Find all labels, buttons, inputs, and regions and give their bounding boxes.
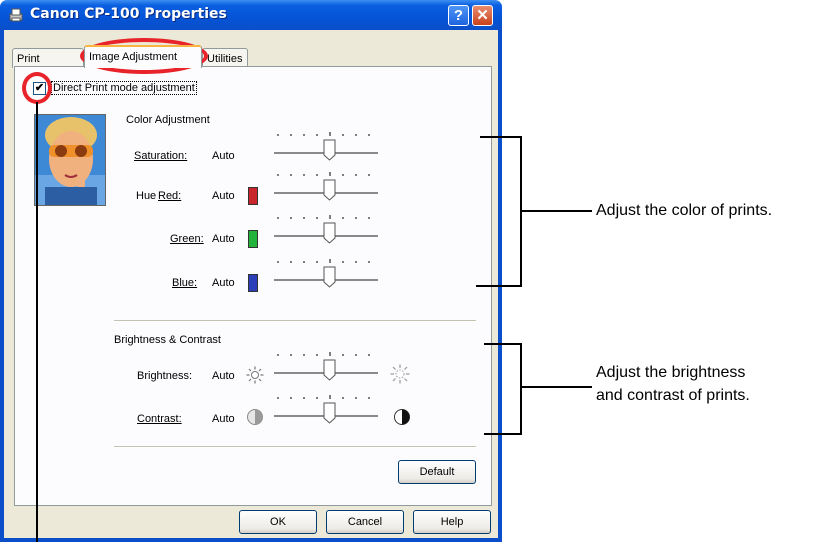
properties-dialog: Canon CP-100 Properties ? ✕ Print Settin… xyxy=(0,0,502,542)
brightness-bracket-vertical xyxy=(520,343,522,435)
checkbox-leader-line xyxy=(36,102,38,542)
blue-value: Auto xyxy=(212,277,235,289)
blue-swatch xyxy=(248,274,258,292)
saturation-label: Saturation: xyxy=(134,150,188,162)
contrast-low-icon xyxy=(247,409,263,425)
printer-icon xyxy=(9,8,23,22)
help-button[interactable]: Help xyxy=(413,510,491,534)
brightness-slider[interactable] xyxy=(272,348,380,382)
green-slider[interactable] xyxy=(272,211,380,245)
sun-bright-icon xyxy=(390,364,410,384)
default-button[interactable]: Default xyxy=(398,460,476,484)
contrast-slider[interactable] xyxy=(272,391,380,425)
window-title: Canon CP-100 Properties xyxy=(30,6,227,22)
color-adjustment-heading: Color Adjustment xyxy=(126,114,210,126)
direct-print-label: Direct Print mode adjustment xyxy=(51,81,197,95)
title-bar[interactable]: Canon CP-100 Properties ? ✕ xyxy=(0,0,502,30)
contrast-label: Contrast: xyxy=(137,413,182,425)
brightness-bracket-top xyxy=(484,343,522,345)
saturation-slider[interactable] xyxy=(272,128,380,162)
green-label: Green: xyxy=(170,233,204,245)
separator-brightness xyxy=(114,446,476,448)
red-value: Auto xyxy=(212,190,235,202)
highlight-ring-checkbox xyxy=(22,72,52,104)
help-titlebar-button[interactable]: ? xyxy=(448,5,469,26)
red-swatch xyxy=(248,187,258,205)
cancel-button[interactable]: Cancel xyxy=(326,510,404,534)
brightness-bracket-bottom xyxy=(484,433,522,435)
color-bracket-bottom xyxy=(476,285,522,287)
contrast-high-icon xyxy=(394,409,410,425)
green-value: Auto xyxy=(212,233,235,245)
color-pointer-line xyxy=(520,210,592,212)
close-button[interactable]: ✕ xyxy=(472,5,493,26)
blue-label: Blue: xyxy=(172,277,198,289)
brightness-label: Brightness: xyxy=(137,370,193,382)
hue-label: Hue xyxy=(136,190,157,202)
saturation-value: Auto xyxy=(212,150,235,162)
brightness-value: Auto xyxy=(212,370,235,382)
tab-print-settings[interactable]: Print Settings xyxy=(12,48,84,85)
red-slider[interactable] xyxy=(272,168,380,202)
red-label: Red: xyxy=(158,190,182,202)
brightness-callout-line1: Adjust the brightness xyxy=(596,364,746,381)
preview-image xyxy=(34,114,106,206)
color-bracket-top xyxy=(480,136,522,138)
brightness-pointer-line xyxy=(520,386,592,388)
separator-color xyxy=(114,320,476,322)
brightness-contrast-heading: Brightness & Contrast xyxy=(114,334,221,346)
contrast-value: Auto xyxy=(212,413,235,425)
ok-button[interactable]: OK xyxy=(239,510,317,534)
tab-image-adjustment[interactable]: Image Adjustment xyxy=(84,45,202,68)
brightness-callout-line2: and contrast of prints. xyxy=(596,387,750,404)
color-callout-text: Adjust the color of prints. xyxy=(596,202,773,219)
sun-dim-icon xyxy=(246,366,264,384)
blue-slider[interactable] xyxy=(272,255,380,289)
green-swatch xyxy=(248,230,258,248)
tab-utilities[interactable]: Utilities xyxy=(202,48,248,68)
